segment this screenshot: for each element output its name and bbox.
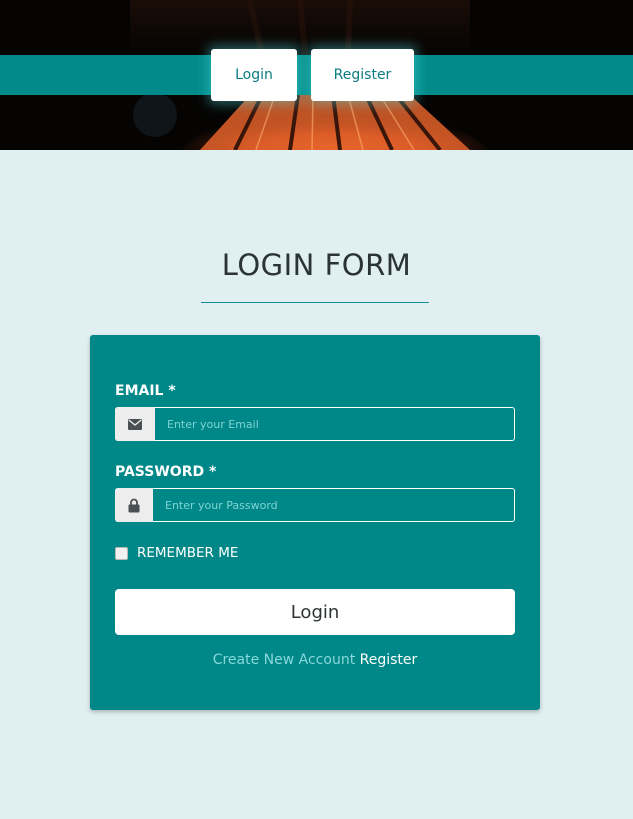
remember-me-label[interactable]: REMEMBER ME <box>137 545 238 561</box>
login-form-card: EMAIL * PASSWORD * REMEMBER ME Login Cre <box>90 335 540 710</box>
register-link[interactable]: Register <box>360 652 418 668</box>
lock-icon <box>115 488 153 522</box>
envelope-icon <box>115 407 155 441</box>
email-field-group <box>115 407 515 441</box>
remember-me-row: REMEMBER ME <box>115 545 238 561</box>
password-field-group <box>115 488 515 522</box>
title-underline <box>201 302 429 303</box>
email-input[interactable] <box>155 408 514 440</box>
login-submit-button[interactable]: Login <box>115 589 515 635</box>
create-account-text: Create New Account <box>212 652 356 668</box>
password-label: PASSWORD * <box>115 464 217 480</box>
remember-me-checkbox[interactable] <box>115 546 128 560</box>
create-account-row: Create New Account Register <box>90 652 540 668</box>
password-input[interactable] <box>153 489 514 521</box>
email-label: EMAIL * <box>115 383 176 399</box>
nav-login-button[interactable]: Login <box>211 49 297 101</box>
page-title: LOGIN FORM <box>221 248 412 282</box>
nav-register-button[interactable]: Register <box>311 49 414 101</box>
